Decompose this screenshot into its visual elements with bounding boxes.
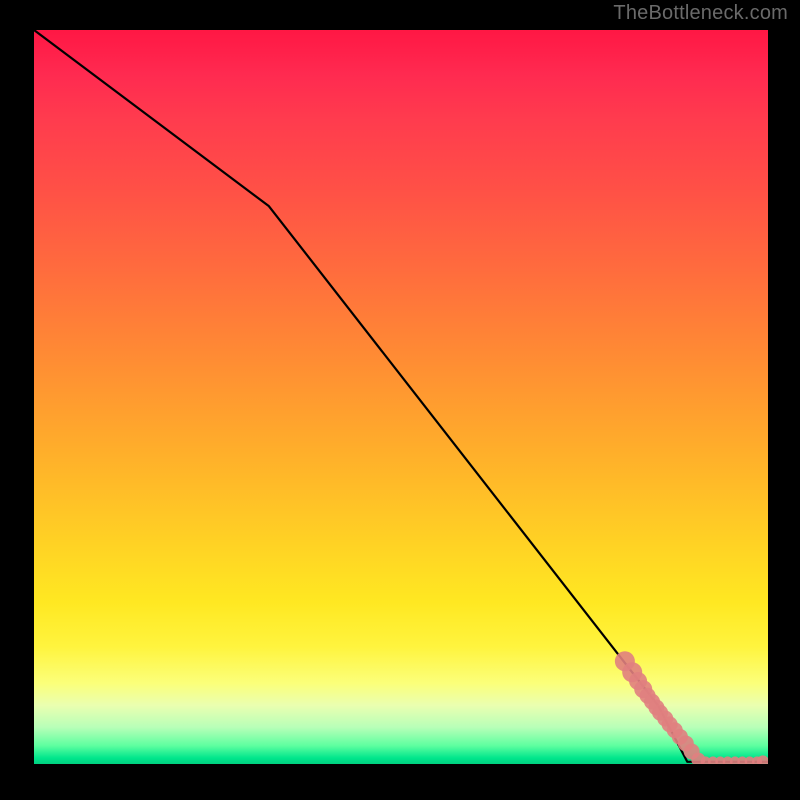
curve-line [34,30,768,762]
scatter-points [615,651,768,764]
chart-overlay [34,30,768,764]
watermark-text: TheBottleneck.com [613,2,788,25]
plot-area [34,30,768,764]
chart-stage: TheBottleneck.com [0,0,800,800]
